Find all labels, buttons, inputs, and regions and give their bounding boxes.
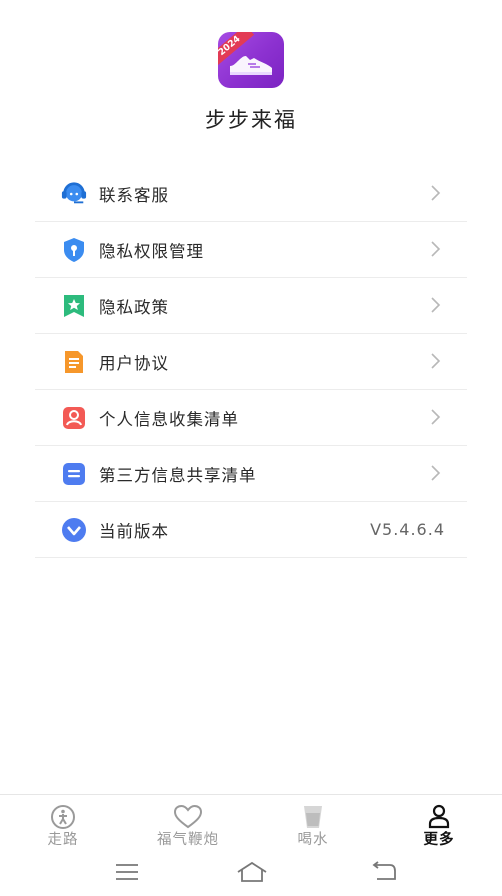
menu-item-label: 用户协议 [99, 353, 169, 373]
menu-item-label: 隐私政策 [99, 297, 169, 317]
chevron-right-icon [431, 353, 441, 369]
tab-label: 更多 [423, 832, 455, 848]
menu-item-privacy-permissions[interactable]: 隐私权限管理 [35, 222, 467, 278]
version-value: V5.4.6.4 [370, 520, 445, 539]
app-header: 2024 步步来福 [0, 0, 502, 150]
water-cup-icon [304, 806, 322, 828]
walk-icon [51, 805, 75, 829]
menu-item-personal-info-list[interactable]: 个人信息收集清单 [35, 390, 467, 446]
menu-item-third-party-sharing[interactable]: 第三方信息共享清单 [35, 446, 467, 502]
customer-service-icon [61, 181, 87, 207]
heart-icon [173, 804, 203, 829]
menu-icon[interactable] [114, 860, 140, 884]
menu-item-user-agreement[interactable]: 用户协议 [35, 334, 467, 390]
menu-item-customer-service[interactable]: 联系客服 [35, 166, 467, 222]
menu-item-privacy-policy[interactable]: 隐私政策 [35, 278, 467, 334]
version-icon [61, 517, 87, 543]
chevron-right-icon [431, 409, 441, 425]
menu-item-label: 个人信息收集清单 [99, 409, 239, 429]
menu-item-label: 当前版本 [99, 521, 169, 541]
chevron-right-icon [431, 297, 441, 313]
back-icon[interactable] [370, 860, 398, 884]
tab-more[interactable]: 更多 [394, 795, 484, 851]
list-card-icon [61, 461, 87, 487]
tab-label: 福气鞭炮 [157, 832, 219, 848]
tab-firecrackers[interactable]: 福气鞭炮 [143, 795, 233, 851]
chevron-right-icon [431, 185, 441, 201]
system-navigation-bar [0, 850, 502, 896]
tab-label: 喝水 [297, 832, 329, 848]
menu-item-label: 联系客服 [99, 185, 169, 205]
app-logo: 2024 [218, 32, 284, 88]
menu-item-label: 隐私权限管理 [99, 241, 204, 261]
app-title: 步步来福 [205, 108, 297, 132]
policy-bookmark-icon [61, 293, 87, 319]
document-icon [61, 349, 87, 375]
person-card-icon [61, 405, 87, 431]
chevron-right-icon [431, 465, 441, 481]
settings-menu: 联系客服 隐私权限管理 隐私政策 用户协议 个人信息收集清单 第三方信息共享清单… [35, 166, 467, 558]
tab-drink-water[interactable]: 喝水 [268, 795, 358, 851]
chevron-right-icon [431, 241, 441, 257]
privacy-shield-icon [61, 237, 87, 263]
tab-walk[interactable]: 走路 [18, 795, 108, 851]
profile-icon [428, 804, 450, 829]
bottom-tab-bar: 走路 福气鞭炮 喝水 更多 [0, 794, 502, 851]
menu-item-current-version[interactable]: 当前版本 V5.4.6.4 [35, 502, 467, 558]
menu-item-label: 第三方信息共享清单 [99, 465, 257, 485]
shoe-icon [230, 56, 272, 75]
home-icon[interactable] [235, 860, 269, 884]
tab-label: 走路 [47, 832, 79, 848]
